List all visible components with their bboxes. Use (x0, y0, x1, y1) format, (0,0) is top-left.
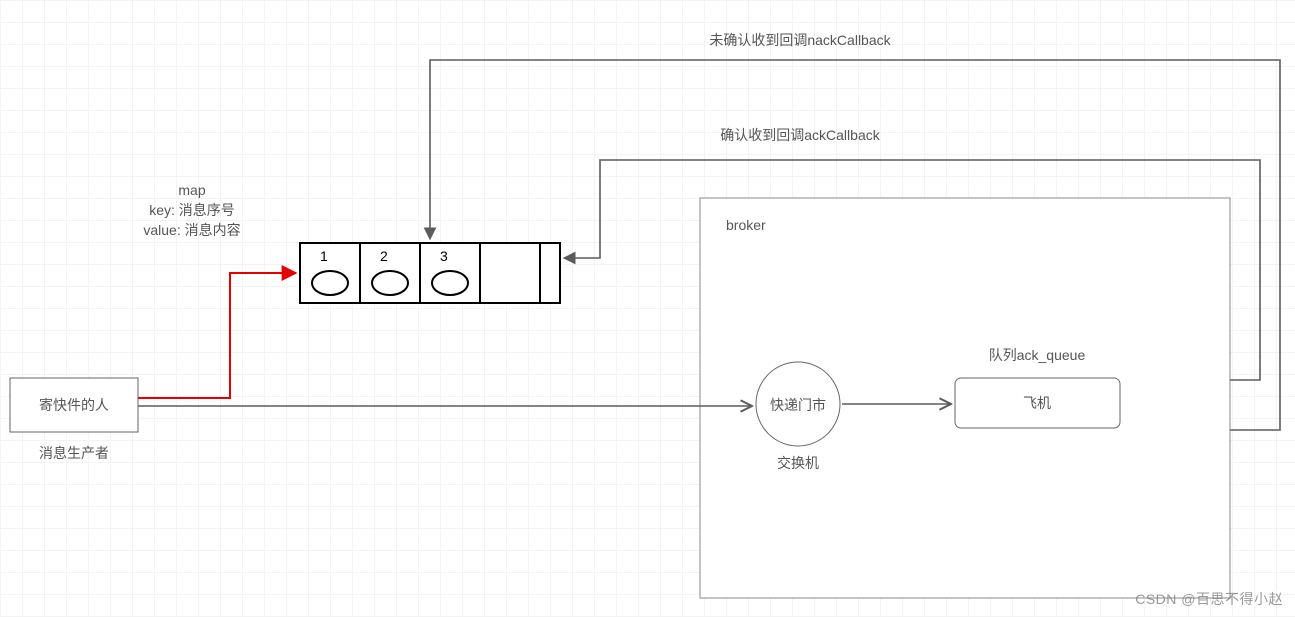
producer-caption: 消息生产者 (39, 445, 109, 461)
outstanding-map: 1 2 3 (300, 243, 560, 303)
map-cell-2-num: 2 (380, 248, 388, 264)
diagram-svg: 寄快件的人 消息生产者 map key: 消息序号 value: 消息内容 1 … (0, 0, 1295, 617)
queue-label: 飞机 (1023, 395, 1051, 411)
map-cell-3-num: 3 (440, 248, 448, 264)
edge-producer-to-map (138, 273, 296, 398)
map-title: map (178, 182, 205, 198)
producer-label: 寄快件的人 (39, 397, 109, 413)
queue-title: 队列ack_queue (989, 347, 1086, 363)
producer-box: 寄快件的人 消息生产者 (10, 378, 138, 461)
broker-title: broker (726, 217, 766, 233)
nack-callback-label: 未确认收到回调nackCallback (709, 32, 891, 48)
map-caption: map key: 消息序号 value: 消息内容 (143, 182, 240, 238)
map-cell-1-num: 1 (320, 248, 328, 264)
exchange-label: 快递门市 (770, 397, 826, 413)
map-key: key: 消息序号 (149, 202, 235, 218)
ack-callback-label: 确认收到回调ackCallback (720, 127, 880, 143)
exchange-caption: 交换机 (777, 455, 819, 471)
diagram-canvas: 寄快件的人 消息生产者 map key: 消息序号 value: 消息内容 1 … (0, 0, 1295, 617)
map-value: value: 消息内容 (143, 222, 240, 238)
